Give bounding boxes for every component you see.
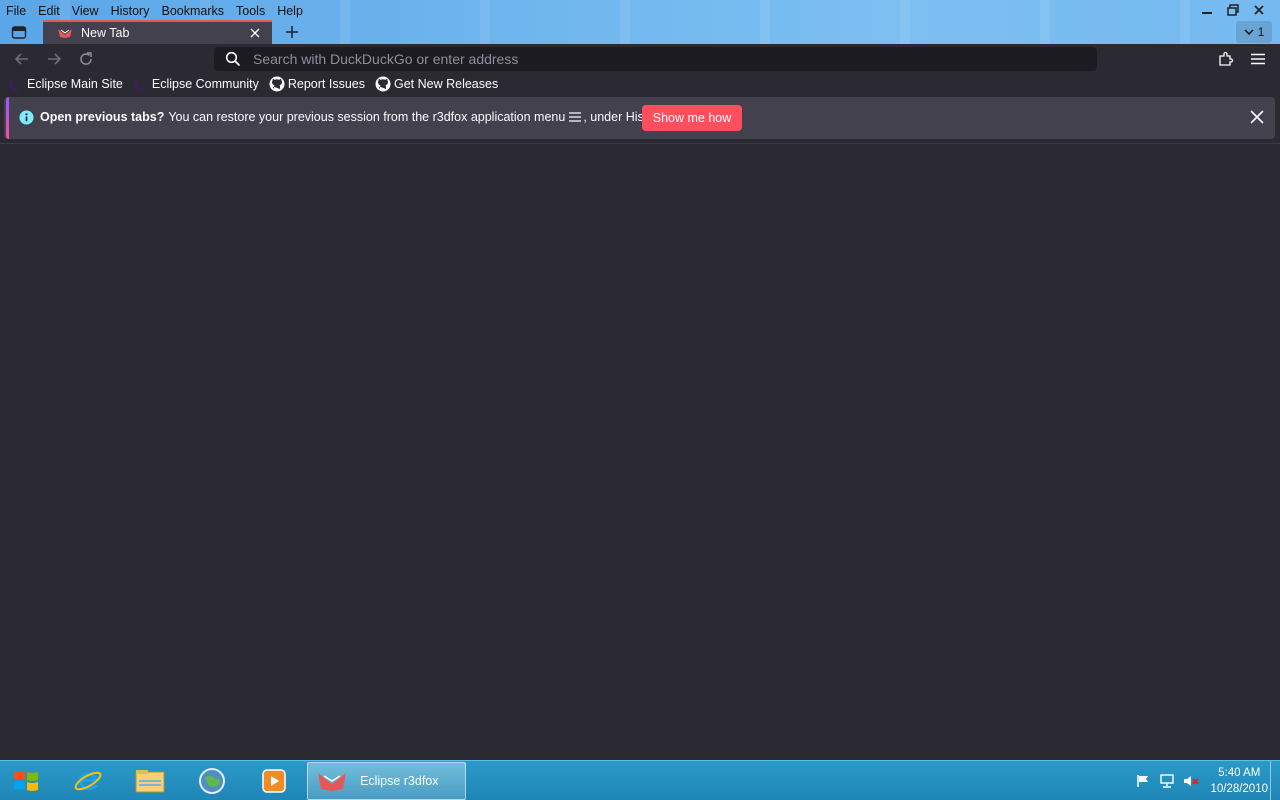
back-arrow-icon (14, 53, 28, 65)
notification-body: You can restore your previous session fr… (168, 110, 566, 124)
menu-file[interactable]: File (0, 0, 32, 20)
taskbar-network[interactable] (184, 763, 240, 799)
bookmark-get-new-releases[interactable]: Get New Releases (375, 74, 498, 94)
eclipse-icon (9, 77, 24, 91)
address-input[interactable] (253, 51, 1053, 67)
notification-title: Open previous tabs? (40, 110, 165, 124)
taskbar-media-player[interactable] (246, 763, 302, 799)
bookmark-label: Get New Releases (393, 77, 499, 91)
forward-arrow-icon (48, 53, 62, 65)
app-menu-button[interactable] (1246, 48, 1270, 70)
title-bar: File Edit View History Bookmarks Tools H… (0, 0, 1280, 44)
media-player-icon (262, 769, 286, 793)
tab-strip: New Tab 1 (0, 20, 1280, 44)
url-bar[interactable] (214, 47, 1097, 71)
back-button[interactable] (10, 48, 34, 70)
eclipse-icon (133, 77, 149, 91)
firefox-view-button[interactable] (8, 22, 30, 42)
taskbar-internet-explorer[interactable] (60, 763, 116, 799)
network-icon (1160, 774, 1175, 788)
window-controls (1194, 0, 1272, 20)
notification-message: Open previous tabs? You can restore your… (40, 110, 667, 124)
r3dfox-icon (318, 773, 346, 791)
bookmark-eclipse-community[interactable]: Eclipse Community (133, 74, 259, 94)
r3dfox-favicon-icon (58, 29, 72, 38)
menu-help[interactable]: Help (271, 0, 309, 20)
minimize-button[interactable] (1194, 0, 1220, 20)
menu-history[interactable]: History (105, 0, 156, 20)
system-tray: 5:40 AM 10/28/2010 (1128, 761, 1268, 800)
tab-title: New Tab (81, 26, 130, 40)
close-notification-icon[interactable] (1249, 109, 1265, 125)
file-explorer-icon (135, 770, 165, 793)
taskbar-eclipse-r3dfox[interactable]: Eclipse r3dfox (307, 762, 466, 800)
hamburger-menu-icon (1251, 53, 1265, 65)
show-desktop-button[interactable] (1270, 761, 1280, 800)
hamburger-menu-icon (569, 112, 582, 122)
bookmarks-toolbar: Eclipse Main Site Eclipse Community Repo… (0, 72, 1280, 96)
clock-time: 5:40 AM (1218, 767, 1261, 779)
internet-explorer-icon (74, 771, 102, 791)
bookmark-label: Report Issues (287, 77, 365, 91)
menu-view[interactable]: View (66, 0, 105, 20)
network-status-button[interactable] (1158, 772, 1176, 790)
restore-icon (1227, 4, 1239, 16)
forward-button[interactable] (42, 48, 66, 70)
tab-new-tab[interactable]: New Tab (43, 20, 272, 44)
show-me-how-button[interactable]: Show me how (642, 105, 742, 131)
windows-logo-icon (14, 771, 38, 791)
start-button[interactable] (8, 764, 44, 798)
taskbar-app-label: Eclipse r3dfox (360, 774, 439, 788)
menu-bookmarks[interactable]: Bookmarks (155, 0, 230, 20)
network-globe-icon (199, 768, 225, 794)
tab-close-button[interactable] (250, 25, 260, 41)
taskbar-file-explorer[interactable] (122, 763, 178, 799)
menu-edit[interactable]: Edit (32, 0, 66, 20)
plus-icon (286, 26, 298, 38)
session-restore-notification: Open previous tabs? You can restore your… (4, 97, 1275, 139)
reload-button[interactable] (74, 48, 98, 70)
bookmark-label: Eclipse Main Site (27, 77, 123, 91)
bookmark-eclipse-main-site[interactable]: Eclipse Main Site (8, 74, 123, 94)
menu-tools[interactable]: Tools (230, 0, 271, 20)
flag-icon (1137, 775, 1149, 787)
action-center-button[interactable] (1134, 772, 1152, 790)
search-icon (225, 51, 241, 67)
close-icon (1254, 5, 1264, 15)
restore-button[interactable] (1220, 0, 1246, 20)
minimize-icon (1202, 12, 1212, 14)
content-divider (0, 143, 1280, 144)
firefox-view-icon (11, 26, 27, 39)
menu-bar: File Edit View History Bookmarks Tools H… (0, 0, 309, 20)
volume-muted-icon (1184, 776, 1200, 786)
github-icon (269, 76, 285, 92)
close-window-button[interactable] (1246, 0, 1272, 20)
clock[interactable]: 5:40 AM 10/28/2010 (1210, 765, 1268, 797)
taskbar: Eclipse r3dfox 5:40 AM 10/28/2010 (0, 760, 1280, 800)
list-all-tabs-button[interactable]: 1 (1236, 21, 1272, 43)
info-icon (19, 110, 34, 125)
reload-icon (80, 52, 92, 65)
puzzle-piece-icon (1219, 51, 1234, 66)
extensions-button[interactable] (1214, 48, 1238, 70)
tab-count: 1 (1257, 25, 1265, 39)
navigation-toolbar (0, 44, 1280, 72)
close-icon (250, 28, 260, 38)
bookmark-label: Eclipse Community (151, 77, 259, 91)
chevron-down-icon (1244, 29, 1254, 36)
new-tab-button[interactable] (281, 22, 303, 42)
bookmark-report-issues[interactable]: Report Issues (269, 74, 365, 94)
clock-date: 10/28/2010 (1210, 783, 1268, 795)
github-icon (375, 76, 391, 92)
volume-button[interactable] (1182, 772, 1200, 790)
